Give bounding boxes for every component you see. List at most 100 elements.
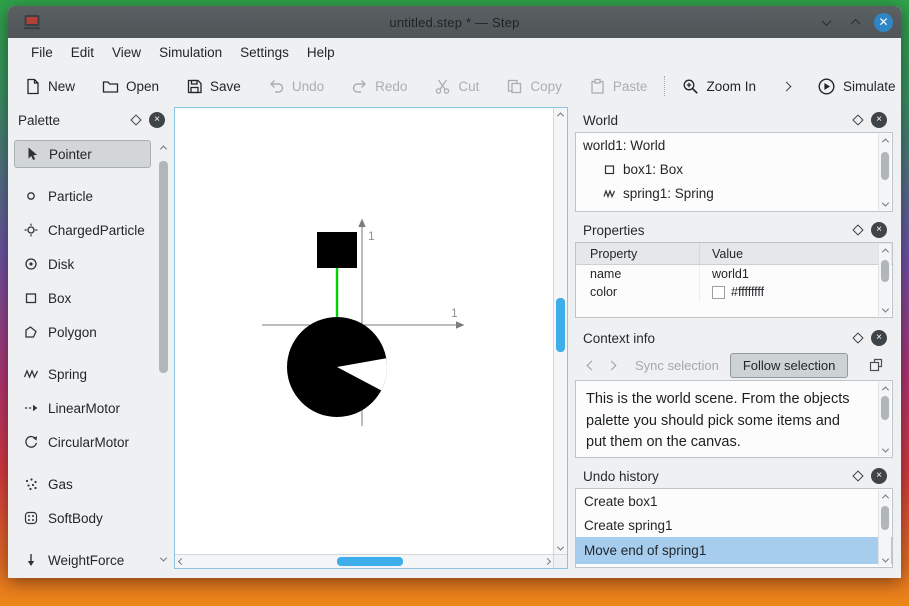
undo-icon xyxy=(269,79,284,93)
scroll-right-button[interactable] xyxy=(541,555,553,568)
titlebar[interactable]: untitled.step * — Step ✕ xyxy=(8,6,901,38)
scroll-down-button[interactable] xyxy=(554,542,567,554)
step-window: untitled.step * — Step ✕ File Edit View … xyxy=(8,6,901,578)
context-close-button[interactable]: × xyxy=(871,330,887,346)
world-close-button[interactable]: × xyxy=(871,112,887,128)
open-in-separate-window-button[interactable] xyxy=(865,354,887,376)
properties-close-button[interactable]: × xyxy=(871,222,887,238)
float-panel-icon[interactable] xyxy=(852,224,864,236)
menu-help[interactable]: Help xyxy=(298,40,344,65)
follow-selection-button[interactable]: Follow selection xyxy=(729,352,849,378)
menubar: File Edit View Simulation Settings Help xyxy=(8,38,901,66)
palette-item-chargedparticle[interactable]: ChargedParticle xyxy=(14,216,151,244)
palette-item-softbody[interactable]: SoftBody xyxy=(14,504,151,532)
undo-button[interactable]: Undo xyxy=(268,78,324,95)
canvas-vertical-scrollbar[interactable] xyxy=(553,108,567,554)
world-tree: world1: World box1: Box spring1: Spring xyxy=(575,132,893,212)
float-panel-icon[interactable] xyxy=(852,332,864,344)
table-row[interactable]: name world1 xyxy=(576,265,892,283)
box1-object[interactable] xyxy=(317,232,357,268)
new-button[interactable]: New xyxy=(24,78,75,95)
palette-item-circularmotor[interactable]: CircularMotor xyxy=(14,428,151,456)
minimize-button[interactable] xyxy=(816,12,836,32)
scroll-down-button[interactable] xyxy=(879,198,891,210)
close-button[interactable]: ✕ xyxy=(874,12,893,32)
scrollbar-thumb[interactable] xyxy=(881,396,889,420)
palette-item-polygon[interactable]: Polygon xyxy=(14,318,151,346)
palette-item-particle[interactable]: Particle xyxy=(14,182,151,210)
scroll-up-button[interactable] xyxy=(879,134,891,146)
menu-file[interactable]: File xyxy=(22,40,62,65)
palette-close-button[interactable]: × xyxy=(149,112,165,128)
scrollbar-thumb[interactable] xyxy=(159,161,168,373)
scroll-up-button[interactable] xyxy=(879,382,891,394)
property-name-value[interactable]: world1 xyxy=(700,267,892,281)
scroll-down-button[interactable] xyxy=(879,304,891,316)
menu-settings[interactable]: Settings xyxy=(231,40,298,65)
context-scrollbar[interactable] xyxy=(878,382,891,456)
palette-item-spring[interactable]: Spring xyxy=(14,360,151,388)
detach-window-icon xyxy=(869,358,883,372)
palette-item-weightforce[interactable]: WeightForce xyxy=(14,546,151,568)
undo-item-create-box1[interactable]: Create box1 xyxy=(576,489,892,513)
property-color-value[interactable]: #ffffffff xyxy=(700,285,892,299)
undo-item-create-spring1[interactable]: Create spring1 xyxy=(576,513,892,537)
scrollbar-thumb[interactable] xyxy=(881,152,889,180)
float-panel-icon[interactable] xyxy=(852,114,864,126)
copy-button[interactable]: Copy xyxy=(506,78,562,95)
scroll-left-button[interactable] xyxy=(175,555,187,568)
menu-simulation[interactable]: Simulation xyxy=(150,40,231,65)
world-scrollbar[interactable] xyxy=(878,134,891,210)
scrollbar-thumb[interactable] xyxy=(337,557,403,566)
redo-button[interactable]: Redo xyxy=(351,78,407,95)
save-button[interactable]: Save xyxy=(186,78,241,95)
world-canvas[interactable]: 1 1 xyxy=(174,107,568,569)
open-button[interactable]: Open xyxy=(102,78,159,95)
scroll-up-button[interactable] xyxy=(879,244,891,256)
scrollbar-thumb[interactable] xyxy=(881,506,889,530)
box-icon xyxy=(604,164,615,174)
undo-item-move-end-of-spring1[interactable]: Move end of spring1 xyxy=(576,537,892,564)
scroll-up-button[interactable] xyxy=(554,108,567,120)
properties-scrollbar[interactable] xyxy=(878,244,891,316)
cut-button[interactable]: Cut xyxy=(434,78,479,95)
menu-edit[interactable]: Edit xyxy=(62,40,103,65)
zoom-in-button[interactable]: Zoom In xyxy=(682,78,756,95)
simulate-button[interactable]: Simulate xyxy=(817,77,896,96)
palette-item-linearmotor[interactable]: LinearMotor xyxy=(14,394,151,422)
palette-item-disk[interactable]: Disk xyxy=(14,250,151,278)
table-row[interactable]: color #ffffffff xyxy=(576,283,892,301)
tree-item-world1[interactable]: world1: World xyxy=(576,133,892,157)
scroll-down-button[interactable] xyxy=(157,553,170,565)
color-swatch xyxy=(712,285,725,299)
disk1-object[interactable] xyxy=(287,317,387,417)
tree-item-spring1[interactable]: spring1: Spring xyxy=(576,181,892,205)
toolbar-extension-button[interactable] xyxy=(781,81,792,91)
undo-scrollbar[interactable] xyxy=(878,490,891,566)
palette-scrollbar[interactable] xyxy=(157,140,170,566)
canvas-horizontal-scrollbar[interactable] xyxy=(175,554,553,568)
scroll-down-button[interactable] xyxy=(879,554,891,566)
x-axis-arrow xyxy=(456,321,465,329)
scroll-up-button[interactable] xyxy=(879,490,891,502)
toolbar-separator xyxy=(664,76,666,96)
maximize-button[interactable] xyxy=(845,12,865,32)
scrollbar-thumb[interactable] xyxy=(881,260,889,282)
undo-close-button[interactable]: × xyxy=(871,468,887,484)
forward-button[interactable] xyxy=(601,354,621,376)
paste-button[interactable]: Paste xyxy=(589,78,647,95)
tree-item-box1[interactable]: box1: Box xyxy=(576,157,892,181)
app-icon[interactable] xyxy=(22,13,42,31)
scrollbar-thumb[interactable] xyxy=(556,298,565,352)
float-panel-icon[interactable] xyxy=(130,114,142,126)
scroll-up-button[interactable] xyxy=(157,141,170,153)
menu-view[interactable]: View xyxy=(103,40,150,65)
back-button[interactable] xyxy=(581,354,601,376)
palette-item-box[interactable]: Box xyxy=(14,284,151,312)
palette-item-gas[interactable]: Gas xyxy=(14,470,151,498)
scroll-down-button[interactable] xyxy=(879,444,891,456)
float-panel-icon[interactable] xyxy=(852,470,864,482)
palette-item-pointer[interactable]: Pointer xyxy=(14,140,151,168)
sync-selection-button[interactable]: Sync selection xyxy=(635,358,719,373)
y-axis-arrow xyxy=(358,218,366,227)
